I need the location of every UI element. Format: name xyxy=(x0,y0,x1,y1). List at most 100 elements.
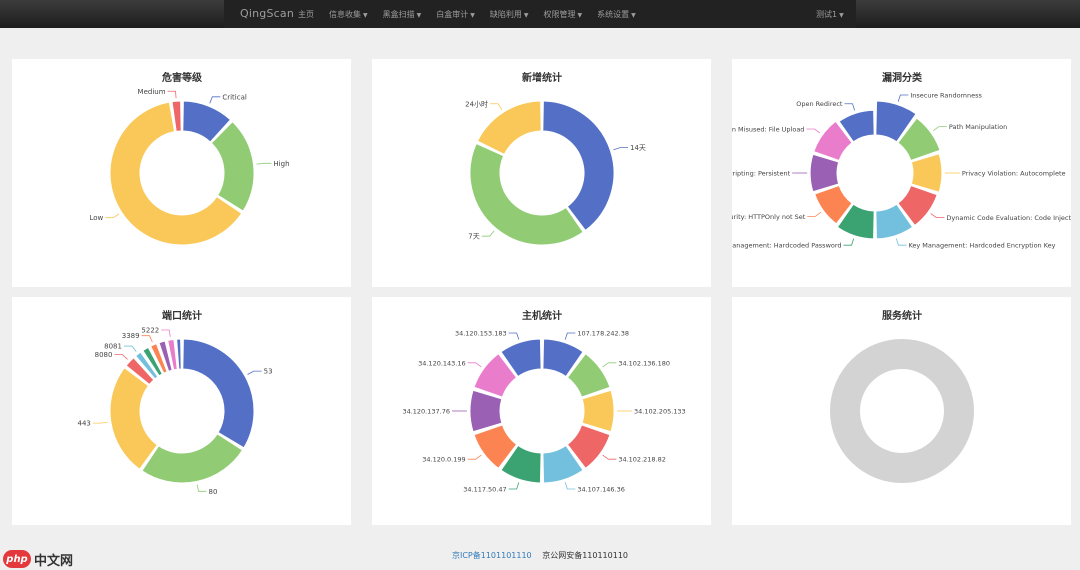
menu-item-blackbox-scan[interactable]: 黑盒扫描 ▼ xyxy=(383,9,422,20)
label-line xyxy=(844,239,854,246)
chart-svg: 新增统计 14天 7天 24小时 xyxy=(372,59,711,287)
icp-link[interactable]: 京ICP备1101101110 xyxy=(452,550,532,561)
pie-slice[interactable] xyxy=(470,144,583,245)
slice-label: 8081 xyxy=(104,343,122,351)
menu-item-permissions[interactable]: 权限管理 ▼ xyxy=(544,9,583,20)
menu-item-settings[interactable]: 系统设置 ▼ xyxy=(597,9,636,20)
logo-text: 中文网 xyxy=(34,553,74,569)
pie-slice[interactable] xyxy=(177,339,182,369)
panel-service-stats: 服务统计 xyxy=(732,297,1071,525)
pie-slice[interactable] xyxy=(477,101,541,154)
chart-svg: 主机统计 107.178.242.38 34.102.136.180 34.102.2… xyxy=(372,297,711,525)
slice-label: Insecure Randomness xyxy=(910,92,982,100)
label-line xyxy=(114,355,127,360)
chart-title: 新增统计 xyxy=(522,71,562,84)
pie-slice[interactable] xyxy=(183,339,254,448)
logo-badge: php xyxy=(3,550,31,568)
label-line xyxy=(806,129,820,133)
menu-label: 白盒审计 xyxy=(436,10,469,19)
label-line xyxy=(161,330,170,337)
slice-label: 5222 xyxy=(141,326,159,334)
label-line xyxy=(197,484,206,491)
label-line xyxy=(124,346,136,352)
label-line xyxy=(565,333,575,340)
slice-label: 34.107.146.36 xyxy=(577,485,625,493)
slice-label: 7天 xyxy=(468,233,479,241)
label-line xyxy=(105,214,119,218)
menu-item-exploit[interactable]: 缺陷利用 ▼ xyxy=(490,9,529,20)
slice-label: Cross-Site Scripting: Persistent xyxy=(732,170,791,178)
menu-label: 缺陷利用 xyxy=(489,10,522,19)
slice-label: 53 xyxy=(264,368,273,376)
slice-label: Open Redirect xyxy=(796,100,843,108)
menu-label: 黑盒扫描 xyxy=(382,10,415,19)
label-line xyxy=(482,231,494,236)
slice-label: 107.178.242.38 xyxy=(577,330,629,338)
label-line xyxy=(565,482,575,489)
slice-label: 34.120.143.16 xyxy=(418,359,466,367)
caret-down-icon: ▼ xyxy=(523,12,529,19)
brand-logo[interactable]: QingScan xyxy=(240,7,294,20)
label-line xyxy=(896,239,906,246)
slice-label: High xyxy=(273,160,289,168)
slice-label: Dynamic Code Evaluation: Code Injection xyxy=(946,214,1071,222)
menu-item-info-collect[interactable]: 信息收集 ▼ xyxy=(329,9,368,20)
footer: 京ICP备1101101110 京公网安备110110110 xyxy=(0,545,1080,570)
user-name: 测试1 xyxy=(816,10,838,19)
slice-label: Critical xyxy=(222,93,247,101)
slice-label: 14天 xyxy=(630,144,646,152)
slice-label: Privacy Violation: Autocomplete xyxy=(962,170,1066,178)
chart-svg: 端口统计 53 80 443 8080808133895222 xyxy=(12,297,351,525)
slice-label: 443 xyxy=(78,420,91,428)
chart-svg: 危害等级 Critical High Low Medium xyxy=(12,59,351,287)
menu-label: 系统设置 xyxy=(597,10,630,19)
main-menu: 主页 信息收集 ▼ 黑盒扫描 ▼ 白盒审计 ▼ 缺陷利用 ▼ 权限管理 ▼ 系统设置 ▼ xyxy=(298,9,651,20)
chart-title: 危害等级 xyxy=(162,71,203,84)
slice-label: 80 xyxy=(209,488,218,496)
label-line xyxy=(210,97,221,104)
pie-slice[interactable] xyxy=(911,154,942,193)
slice-label: 34.102.218.82 xyxy=(618,456,666,464)
user-menu[interactable]: 测试1 ▼ xyxy=(816,9,844,20)
slice-label: 34.120.153.183 xyxy=(455,330,507,338)
pie-slice[interactable] xyxy=(543,101,614,230)
slice-label: 34.120.137.76 xyxy=(402,408,450,416)
chart-title: 端口统计 xyxy=(162,309,202,322)
pie-slice[interactable] xyxy=(142,434,243,483)
panel-severity: 危害等级 Critical High Low Medium xyxy=(12,59,351,287)
caret-down-icon: ▼ xyxy=(363,12,368,19)
pie-slice[interactable] xyxy=(470,390,502,432)
label-line xyxy=(248,371,262,374)
caret-down-icon: ▼ xyxy=(839,12,844,19)
menu-label: 权限管理 xyxy=(543,10,576,19)
chart-title: 主机统计 xyxy=(522,309,562,322)
caret-down-icon: ▼ xyxy=(470,12,475,19)
slice-label: 34.102.205.133 xyxy=(634,408,686,416)
label-line xyxy=(468,363,482,367)
menu-item-home[interactable]: 主页 xyxy=(298,9,314,20)
watermark-logo: php 中文网 xyxy=(3,550,74,569)
label-line xyxy=(931,213,945,217)
menu-label: 信息收集 xyxy=(329,10,361,19)
panel-new-stats: 新增统计 14天 7天 24小时 xyxy=(372,59,711,287)
label-line xyxy=(603,455,617,459)
menu-item-whitebox-audit[interactable]: 白盒审计 ▼ xyxy=(436,9,475,20)
pie-slice[interactable] xyxy=(810,154,838,191)
slice-label: 34.102.136.180 xyxy=(618,359,670,367)
chart-title: 漏洞分类 xyxy=(882,71,922,84)
pie-slice[interactable] xyxy=(582,390,614,432)
slice-label: Medium xyxy=(138,88,166,96)
label-line xyxy=(93,422,108,423)
label-line xyxy=(844,104,854,111)
chart-title: 服务统计 xyxy=(882,309,922,322)
caret-down-icon: ▼ xyxy=(416,12,422,19)
slice-label: Path Manipulation xyxy=(949,123,1007,131)
label-line xyxy=(603,363,617,367)
slice-label: Key Management: Hardcoded Encryption Key xyxy=(908,242,1055,250)
label-line xyxy=(168,91,177,98)
panel-port-stats: 端口统计 53 80 443 8080 8081 3389 5222 xyxy=(12,297,351,525)
chart-svg: 漏洞分类 Insecure Randomness Path Manipulation… xyxy=(732,59,1071,287)
panel-vuln-category: 漏洞分类 Insecure Randomness Path Manipulation… xyxy=(732,59,1071,287)
slice-label: Often Misused: File Upload xyxy=(732,125,804,133)
slice-label: 34.117.50.47 xyxy=(463,485,506,493)
